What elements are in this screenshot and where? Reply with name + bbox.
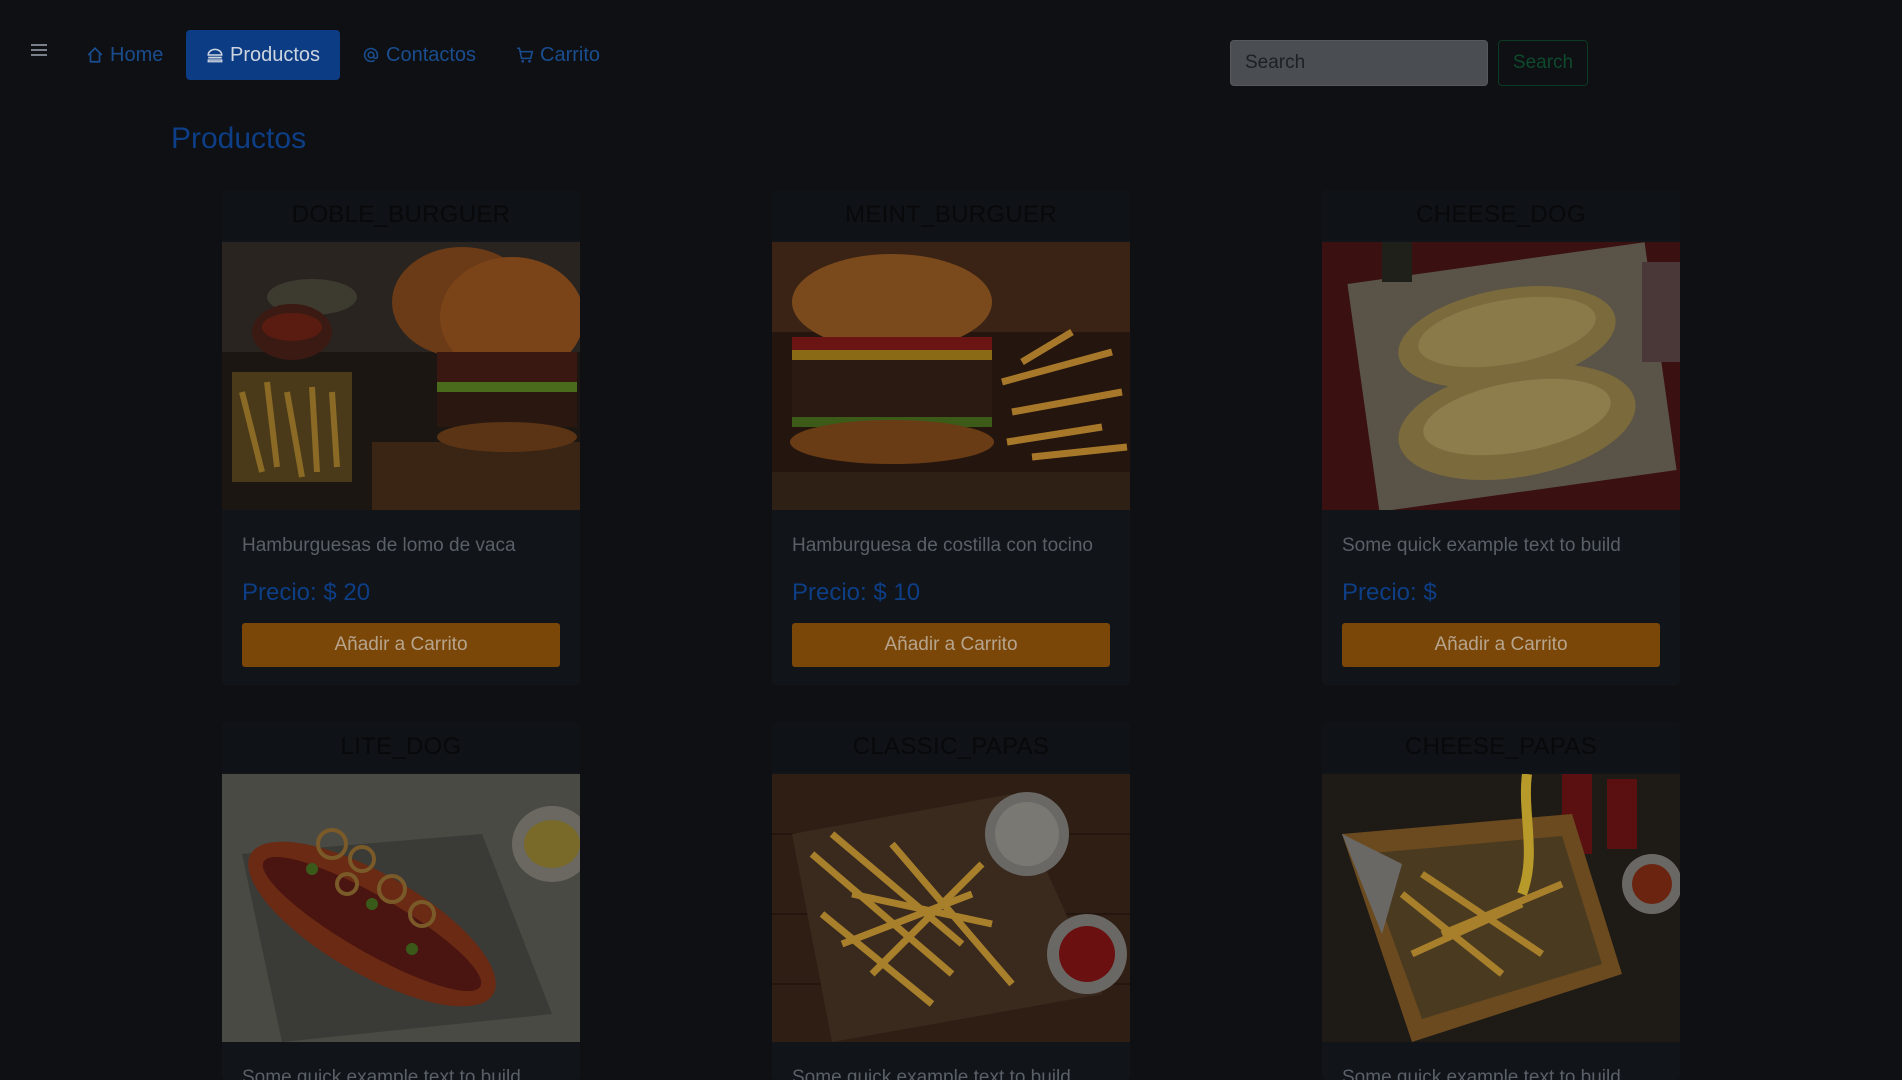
add-to-cart-button[interactable]: Añadir a Carrito <box>792 623 1110 667</box>
product-price: Precio: $ 10 <box>792 579 921 606</box>
nav-productos[interactable]: Productos <box>186 30 340 80</box>
card-body: Some quick example text to build <box>792 1042 1110 1080</box>
product-description: Hamburguesa de costilla con tocino <box>792 535 1094 556</box>
nav-contactos[interactable]: Contactos <box>350 30 490 80</box>
double-burger-photo <box>222 242 580 510</box>
card-body: Hamburguesa de costilla con tocino Preci… <box>792 510 1110 667</box>
product-description: Some quick example text to build <box>792 1067 1071 1080</box>
page-title: Productos <box>171 122 307 155</box>
product-price: Precio: $ <box>1342 579 1437 606</box>
product-price: Precio: $ 20 <box>242 579 371 606</box>
nav-carrito[interactable]: Carrito <box>504 30 614 80</box>
search-input[interactable] <box>1230 40 1488 86</box>
product-card: CHEESE_PAPAS Some quick example text to … <box>1322 722 1680 1080</box>
hotdog-photo <box>222 774 580 1042</box>
product-description: Hamburguesas de lomo de vaca <box>242 535 516 556</box>
product-description: Some quick example text to build <box>242 1067 521 1080</box>
navbar: Home Productos Contactos Carrito Search <box>0 0 1902 110</box>
product-name: CLASSIC_PAPAS <box>772 722 1130 772</box>
product-card: LITE_DOG Some quick example text to buil… <box>222 722 580 1080</box>
product-name: LITE_DOG <box>222 722 580 772</box>
product-description: Some quick example text to build <box>1342 535 1621 556</box>
add-to-cart-button[interactable]: Añadir a Carrito <box>242 623 560 667</box>
product-name: MEINT_BURGUER <box>772 190 1130 240</box>
fries-photo <box>772 774 1130 1042</box>
product-description: Some quick example text to build <box>1342 1067 1621 1080</box>
product-card: CLASSIC_PAPAS Some quick example text to… <box>772 722 1130 1080</box>
nav-home-label: Home <box>110 43 164 66</box>
burger-fries-photo <box>772 242 1130 510</box>
add-to-cart-button[interactable]: Añadir a Carrito <box>1342 623 1660 667</box>
at-icon <box>362 46 380 64</box>
menu-toggle-icon[interactable] <box>31 44 47 59</box>
product-card: DOBLE_BURGUER Hamburguesas de lomo de va… <box>222 190 580 685</box>
burger-icon <box>206 46 224 64</box>
product-card: MEINT_BURGUER Hamburguesa de costilla co… <box>772 190 1130 685</box>
product-name: CHEESE_PAPAS <box>1322 722 1680 772</box>
search-button[interactable]: Search <box>1498 40 1588 86</box>
card-body: Some quick example text to build <box>242 1042 560 1080</box>
product-card: CHEESE_DOG Some quick example text to bu… <box>1322 190 1680 685</box>
cart-icon <box>516 46 534 64</box>
nav-contactos-label: Contactos <box>386 43 477 66</box>
home-icon <box>86 46 104 64</box>
product-name: CHEESE_DOG <box>1322 190 1680 240</box>
nav-productos-label: Productos <box>230 43 321 66</box>
card-body: Some quick example text to build Precio:… <box>1342 510 1660 667</box>
cheese-hotdog-photo <box>1322 242 1680 510</box>
nav-home[interactable]: Home <box>74 30 174 80</box>
nav-carrito-label: Carrito <box>540 43 601 66</box>
card-body: Hamburguesas de lomo de vaca Precio: $ 2… <box>242 510 560 667</box>
cheese-fries-photo <box>1322 774 1680 1042</box>
product-name: DOBLE_BURGUER <box>222 190 580 240</box>
card-body: Some quick example text to build <box>1342 1042 1660 1080</box>
